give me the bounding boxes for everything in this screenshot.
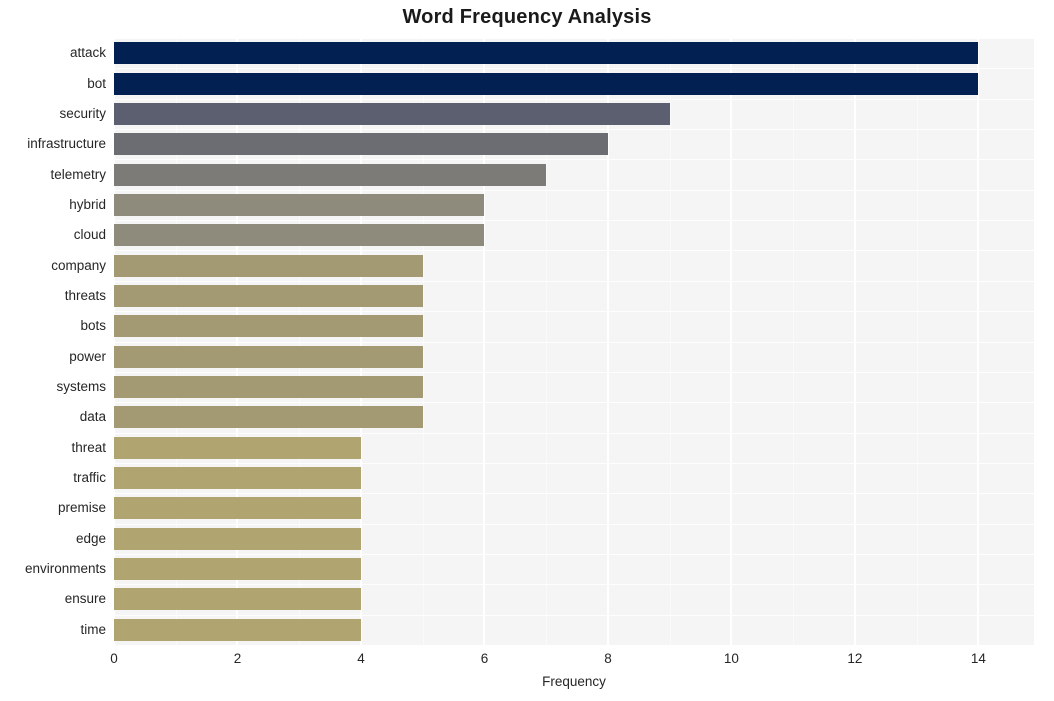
y-tick-label-security: security [59, 105, 106, 121]
bar-ensure[interactable] [114, 588, 361, 611]
x-tick-label-6: 6 [480, 651, 489, 666]
x-tick-label-14: 14 [970, 651, 986, 666]
x-tick-label-12: 12 [847, 651, 863, 666]
y-tick-label-infrastructure: infrastructure [27, 136, 106, 152]
bar-traffic[interactable] [114, 467, 361, 490]
x-axis-title: Frequency [542, 674, 606, 689]
plot-area [114, 38, 1034, 645]
gridline-row-9 [114, 311, 1034, 312]
y-tick-label-ensure: ensure [64, 591, 106, 607]
bar-premise[interactable] [114, 497, 361, 520]
gridline-row-19 [114, 615, 1034, 616]
bar-data[interactable] [114, 406, 423, 429]
gridline-row-15 [114, 493, 1034, 494]
y-tick-label-traffic: traffic [73, 470, 106, 486]
x-tick-label-2: 2 [233, 651, 242, 666]
gridline-row-7 [114, 250, 1034, 251]
gridline-row-14 [114, 463, 1034, 464]
x-tick-label-8: 8 [604, 651, 612, 666]
y-tick-label-edge: edge [75, 530, 106, 546]
bar-infrastructure[interactable] [114, 133, 608, 156]
bar-environments[interactable] [114, 558, 361, 581]
x-tick-label-4: 4 [357, 651, 365, 666]
bar-company[interactable] [114, 254, 423, 277]
y-tick-label-time: time [80, 621, 106, 637]
y-tick-label-environments: environments [24, 561, 106, 577]
bar-systems[interactable] [114, 376, 423, 399]
gridline-row-5 [114, 190, 1034, 191]
y-tick-label-company: company [51, 257, 106, 273]
x-tick-label-10: 10 [723, 651, 739, 666]
y-tick-label-data: data [79, 409, 106, 425]
bar-bot[interactable] [114, 72, 979, 95]
y-axis: attack bot security infrastructure telemetry… [0, 38, 106, 645]
gridline-row-13 [114, 433, 1034, 434]
bar-edge[interactable] [114, 527, 361, 550]
gridline-row-8 [114, 281, 1034, 282]
gridline-row-6 [114, 220, 1034, 221]
bar-attack[interactable] [114, 42, 979, 65]
bar-security[interactable] [114, 102, 670, 125]
bar-hybrid[interactable] [114, 193, 485, 216]
gridline-row-1 [114, 68, 1034, 69]
gridline-row-12 [114, 402, 1034, 403]
y-tick-label-power: power [69, 348, 106, 364]
bar-bots[interactable] [114, 315, 423, 338]
gridline-row-18 [114, 584, 1034, 585]
y-tick-label-bots: bots [80, 318, 106, 334]
y-tick-label-attack: attack [69, 45, 106, 61]
gridline-row-2 [114, 99, 1034, 100]
gridline-row-10 [114, 342, 1034, 343]
gridline-row-4 [114, 159, 1034, 160]
gridline-row-0 [114, 38, 1034, 39]
bar-time[interactable] [114, 618, 361, 641]
bar-threat[interactable] [114, 436, 361, 459]
y-tick-label-bot: bot [87, 75, 106, 91]
gridline-row-11 [114, 372, 1034, 373]
gridline-row-17 [114, 554, 1034, 555]
x-axis: 0 2 4 6 8 10 12 14 [110, 645, 1034, 675]
y-tick-label-premise: premise [57, 500, 106, 516]
bar-threats[interactable] [114, 284, 423, 307]
y-tick-label-cloud: cloud [73, 227, 106, 243]
bar-power[interactable] [114, 345, 423, 368]
bar-telemetry[interactable] [114, 163, 547, 186]
word-frequency-chart: Word Frequency Analysis attack bot securit… [0, 0, 1054, 701]
y-tick-label-hybrid: hybrid [69, 196, 106, 212]
gridline-row-16 [114, 524, 1034, 525]
bar-cloud[interactable] [114, 224, 485, 247]
y-tick-label-threat: threat [71, 439, 106, 455]
gridline-row-3 [114, 129, 1034, 130]
chart-title: Word Frequency Analysis [402, 6, 652, 28]
y-tick-label-threats: threats [64, 287, 106, 303]
y-tick-label-systems: systems [56, 379, 106, 395]
y-tick-label-telemetry: telemetry [50, 166, 106, 182]
x-tick-label-0: 0 [110, 651, 118, 666]
